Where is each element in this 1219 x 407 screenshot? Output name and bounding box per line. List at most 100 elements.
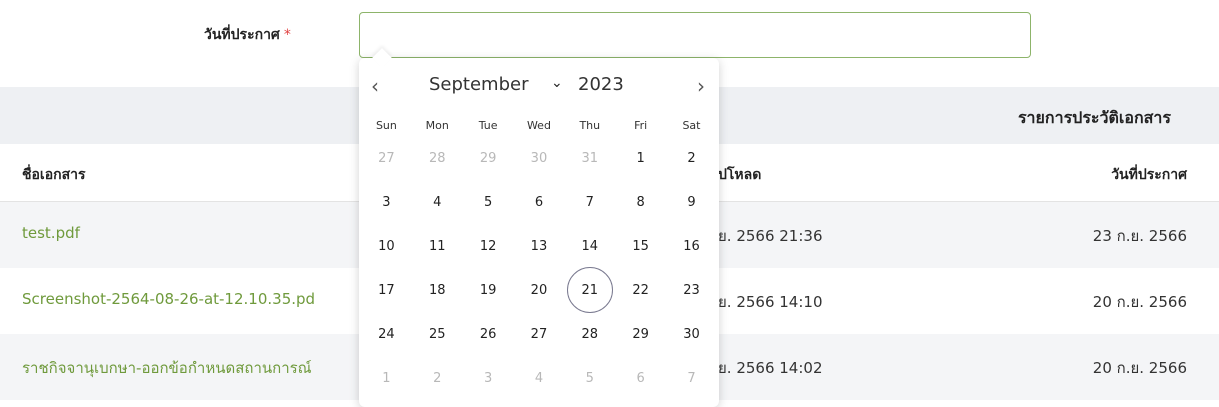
calendar-day-number: 6 [636,370,645,386]
calendar-day[interactable]: 24 [361,312,412,356]
calendar-day-number: 1 [636,150,645,166]
calendar-day[interactable]: 3 [463,356,514,400]
calendar-day[interactable]: 23 [666,268,717,312]
calendar-day[interactable]: 6 [514,180,565,224]
calendar-day-number: 21 [566,267,613,313]
calendar-day[interactable]: 5 [463,180,514,224]
announce-date-input[interactable] [359,12,1031,58]
calendar-day[interactable]: 26 [463,312,514,356]
calendar-day[interactable]: 17 [361,268,412,312]
calendar-grid: 27 28 29 30 31 1 2 3 4 5 6 7 8 9 10 11 12 13 14 15 16 17 18 19 2… [361,136,717,400]
chevron-right-icon[interactable]: › [697,74,705,98]
calendar-day[interactable]: 27 [514,312,565,356]
calendar-day-number: 8 [636,194,645,210]
weekday-label: Fri [634,119,648,132]
calendar-day-number: 1 [382,370,391,386]
calendar-day-number: 16 [683,238,700,254]
calendar-day-today[interactable]: 21 [564,267,615,313]
calendar-day-number: 10 [378,238,395,254]
calendar-day-number: 6 [534,194,544,210]
calendar-day[interactable]: 25 [412,312,463,356]
document-link[interactable]: ราชกิจจานุเบกษา-ออกข้อกำหนดสถานการณ์ [22,356,312,380]
calendar-day[interactable]: 9 [666,180,717,224]
calendar-day[interactable]: 10 [361,224,412,268]
calendar-week: 27 28 29 30 31 1 2 [361,136,717,180]
calendar-day[interactable]: 16 [666,224,717,268]
calendar-day[interactable]: 3 [361,180,412,224]
calendar-day[interactable]: 30 [514,136,565,180]
uploaded-date: ย. 2566 14:02 [718,359,823,377]
calendar-day-number: 22 [632,282,649,298]
calendar-day[interactable]: 4 [412,180,463,224]
calendar-day[interactable]: 13 [514,224,565,268]
document-link[interactable]: Screenshot-2564-08-26-at-12.10.35.pd [22,290,315,308]
uploaded-date: ย. 2566 14:10 [718,293,823,311]
calendar-week: 24 25 26 27 28 29 30 [361,312,717,356]
calendar-day[interactable]: 4 [514,356,565,400]
column-header-uploaded: ปโหลด [718,167,762,183]
month-select[interactable]: September [429,74,529,95]
calendar-day[interactable]: 14 [564,224,615,268]
calendar-day[interactable]: 2 [412,356,463,400]
calendar-day[interactable]: 18 [412,268,463,312]
calendar-day[interactable]: 15 [615,224,666,268]
chevron-left-icon[interactable]: ‹ [371,74,379,98]
calendar-day-number: 4 [433,194,442,210]
calendar-day[interactable]: 2 [666,136,717,180]
calendar-day-number: 30 [530,150,548,166]
announced-date: 23 ก.ย. 2566 [1092,227,1187,245]
calendar-day-number: 29 [479,150,497,166]
calendar-day[interactable]: 22 [615,268,666,312]
required-mark: * [283,27,291,43]
calendar-day[interactable]: 20 [514,268,565,312]
weekday-label: Tue [478,119,498,132]
calendar-day-number: 17 [378,282,395,298]
date-picker-popup: ‹ September ⌄ 2023 › Sun Mon Tue Wed Thu… [359,48,719,407]
calendar-day[interactable]: 7 [666,356,717,400]
calendar-day-number: 28 [581,326,599,342]
calendar-day-number: 7 [585,194,594,210]
calendar-day-number: 15 [632,238,649,254]
calendar-week: 1 2 3 4 5 6 7 [361,356,717,400]
calendar-day-number: 18 [428,282,446,298]
calendar-day[interactable]: 27 [361,136,412,180]
announce-date-label-text: วันที่ประกาศ [204,27,280,43]
calendar-day[interactable]: 29 [463,136,514,180]
calendar-day[interactable]: 7 [564,180,615,224]
calendar-week: 10 11 12 13 14 15 16 [361,224,717,268]
column-header-document: ชื่อเอกสาร [22,167,86,183]
announced-date: 20 ก.ย. 2566 [1092,293,1187,311]
calendar-day[interactable]: 19 [463,268,514,312]
calendar-day[interactable]: 8 [615,180,666,224]
calendar-day[interactable]: 5 [564,356,615,400]
calendar-day[interactable]: 28 [564,312,615,356]
calendar-day[interactable]: 28 [412,136,463,180]
year-input[interactable]: 2023 [578,74,624,95]
calendar-day-number: 5 [483,194,493,210]
calendar-day-number: 4 [534,370,544,386]
weekday-label: Sat [682,119,701,132]
calendar-day[interactable]: 1 [615,136,666,180]
calendar-day[interactable]: 1 [361,356,412,400]
calendar-day-number: 29 [632,326,649,342]
calendar-day[interactable]: 6 [615,356,666,400]
calendar-day-number: 25 [428,326,446,342]
calendar-day[interactable]: 12 [463,224,514,268]
weekday-label: Wed [526,119,551,132]
chevron-down-icon[interactable]: ⌄ [551,75,563,91]
calendar-day[interactable]: 29 [615,312,666,356]
calendar-day[interactable]: 11 [412,224,463,268]
calendar-day-number: 3 [382,194,391,210]
calendar-day-number: 3 [483,370,493,386]
announced-date: 20 ก.ย. 2566 [1092,359,1187,377]
calendar-day[interactable]: 30 [666,312,717,356]
calendar-day[interactable]: 31 [564,136,615,180]
calendar-day-number: 2 [433,370,442,386]
calendar-week: 3 4 5 6 7 8 9 [361,180,717,224]
weekday-label: Sun [375,119,397,132]
calendar-day-number: 27 [530,326,548,342]
calendar-day-number: 7 [687,370,696,386]
document-link[interactable]: test.pdf [22,224,80,242]
calendar-day-number: 9 [687,194,696,210]
calendar-week: 17 18 19 20 21 22 23 [361,267,717,313]
